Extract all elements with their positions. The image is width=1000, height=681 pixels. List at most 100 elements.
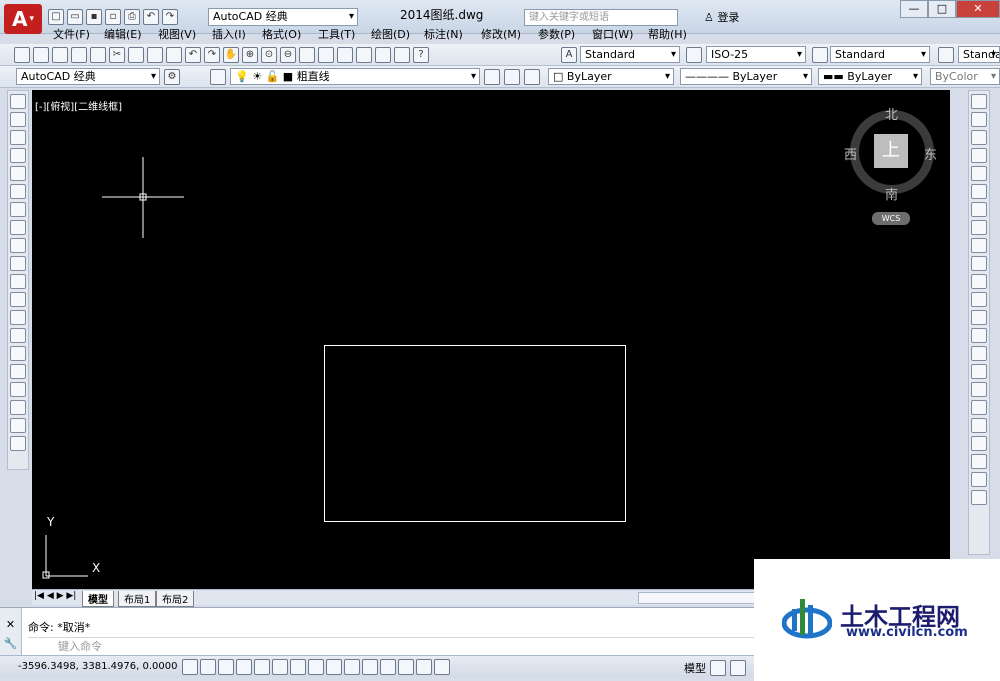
plot-icon[interactable]: ⎙: [124, 9, 140, 25]
drawing-canvas[interactable]: [-][俯视][二维线框] Y X: [32, 90, 950, 589]
qnew-icon[interactable]: [14, 47, 30, 63]
text-style-select[interactable]: Standard: [580, 46, 680, 63]
new-icon[interactable]: □: [48, 9, 64, 25]
insert-block-icon[interactable]: [10, 292, 26, 307]
menu-draw[interactable]: 绘图(D): [371, 26, 410, 42]
menu-modify[interactable]: 修改(M): [481, 26, 521, 42]
copy-icon[interactable]: [128, 47, 144, 63]
viewcube-top-face[interactable]: 上: [874, 134, 908, 168]
draw-order-icon[interactable]: [971, 418, 987, 433]
wcs-menu-button[interactable]: WCS: [872, 212, 910, 225]
tab-model[interactable]: 模型: [82, 591, 114, 607]
ellipse-icon[interactable]: [10, 256, 26, 271]
polygon-icon[interactable]: [10, 148, 26, 163]
save-file-icon[interactable]: [52, 47, 68, 63]
pan-icon[interactable]: ✋: [223, 47, 239, 63]
preview-icon[interactable]: [90, 47, 106, 63]
offset-icon[interactable]: [971, 148, 987, 163]
move-icon[interactable]: [971, 184, 987, 199]
save-icon[interactable]: ▪: [86, 9, 102, 25]
multiline-text-icon[interactable]: [10, 418, 26, 433]
open-file-icon[interactable]: [33, 47, 49, 63]
mleader-style-select[interactable]: Standard: [958, 46, 1000, 63]
quick-view-layouts-icon[interactable]: [710, 660, 726, 676]
transparency-icon[interactable]: [380, 659, 396, 675]
send-back-icon[interactable]: [971, 454, 987, 469]
menu-insert[interactable]: 插入(I): [212, 26, 246, 42]
workspace-combo[interactable]: AutoCAD 经典: [16, 68, 160, 85]
close-command-icon[interactable]: ✕: [0, 618, 21, 631]
dynamic-ucs-icon[interactable]: [326, 659, 342, 675]
menu-tools[interactable]: 工具(T): [318, 26, 355, 42]
extend-icon[interactable]: [971, 274, 987, 289]
bring-front-icon[interactable]: [971, 436, 987, 451]
revision-cloud-icon[interactable]: [10, 220, 26, 235]
menu-edit[interactable]: 编辑(E): [104, 26, 142, 42]
chamfer-icon[interactable]: [971, 346, 987, 361]
lineweight-toggle-icon[interactable]: [362, 659, 378, 675]
make-current-icon[interactable]: [484, 69, 500, 85]
search-input[interactable]: 键入关键字或短语: [524, 9, 678, 26]
explode-icon[interactable]: [971, 400, 987, 415]
open-icon[interactable]: ▭: [67, 9, 83, 25]
circle-icon[interactable]: [10, 202, 26, 217]
viewcube[interactable]: 北 南 东 西 上 WCS: [844, 108, 938, 228]
stretch-icon[interactable]: [971, 238, 987, 253]
lineweight-select[interactable]: ▬▬ ByLayer: [818, 68, 922, 85]
layer-select[interactable]: 💡 ☀ 🔓 ■ 粗直线: [230, 68, 480, 85]
linetype-select[interactable]: ———— ByLayer: [680, 68, 812, 85]
layer-manager-icon[interactable]: [210, 69, 226, 85]
line-icon[interactable]: [10, 94, 26, 109]
copy-object-icon[interactable]: [971, 112, 987, 127]
close-button[interactable]: ✕: [956, 0, 1000, 18]
bring-above-icon[interactable]: [971, 472, 987, 487]
login-button[interactable]: ♙ 登录: [704, 9, 739, 25]
design-center-icon[interactable]: [318, 47, 334, 63]
polar-tracking-icon[interactable]: [254, 659, 270, 675]
menu-help[interactable]: 帮助(H): [648, 26, 687, 42]
spline-icon[interactable]: [10, 238, 26, 253]
menu-dimension[interactable]: 标注(N): [424, 26, 463, 42]
scale-icon[interactable]: [971, 220, 987, 235]
properties-icon[interactable]: [299, 47, 315, 63]
object-snap-icon[interactable]: [272, 659, 288, 675]
viewcube-north[interactable]: 北: [885, 104, 898, 123]
point-icon[interactable]: [10, 328, 26, 343]
dynamic-input-icon[interactable]: [344, 659, 360, 675]
zoom-previous-icon[interactable]: ⊖: [280, 47, 296, 63]
menu-file[interactable]: 文件(F): [53, 26, 90, 42]
send-under-icon[interactable]: [971, 490, 987, 505]
redo-tool-icon[interactable]: ↷: [204, 47, 220, 63]
markup-icon[interactable]: [375, 47, 391, 63]
undo-icon[interactable]: ↶: [143, 9, 159, 25]
quick-properties-icon[interactable]: [398, 659, 414, 675]
zoom-realtime-icon[interactable]: ⊕: [242, 47, 258, 63]
viewcube-south[interactable]: 南: [885, 184, 898, 203]
tab-nav-arrows[interactable]: |◀ ◀ ▶ ▶|: [34, 591, 76, 601]
menu-parametric[interactable]: 参数(P): [538, 26, 575, 42]
annotation-monitor-icon[interactable]: [434, 659, 450, 675]
polyline-icon[interactable]: [10, 130, 26, 145]
make-block-icon[interactable]: [10, 310, 26, 325]
ortho-mode-icon[interactable]: [236, 659, 252, 675]
plotstyle-select[interactable]: ByColor: [930, 68, 1000, 85]
save-as-icon[interactable]: ▫: [105, 9, 121, 25]
layer-previous-icon[interactable]: [504, 69, 520, 85]
rectangle-icon[interactable]: [10, 166, 26, 181]
region-icon[interactable]: [10, 382, 26, 397]
color-select[interactable]: □ ByLayer: [548, 68, 674, 85]
redo-icon[interactable]: ↷: [162, 9, 178, 25]
table-style-select[interactable]: Standard: [830, 46, 930, 63]
zoom-window-icon[interactable]: ⊙: [261, 47, 277, 63]
tab-layout1[interactable]: 布局1: [118, 591, 157, 607]
add-selected-icon[interactable]: [10, 436, 26, 451]
trim-icon[interactable]: [971, 256, 987, 271]
sheet-set-icon[interactable]: [356, 47, 372, 63]
construction-line-icon[interactable]: [10, 112, 26, 127]
table-icon[interactable]: [10, 400, 26, 415]
dim-style-select[interactable]: ISO-25: [706, 46, 806, 63]
paste-icon[interactable]: [147, 47, 163, 63]
gradient-icon[interactable]: [10, 364, 26, 379]
menu-view[interactable]: 视图(V): [158, 26, 196, 42]
viewcube-east[interactable]: 东: [924, 144, 937, 163]
